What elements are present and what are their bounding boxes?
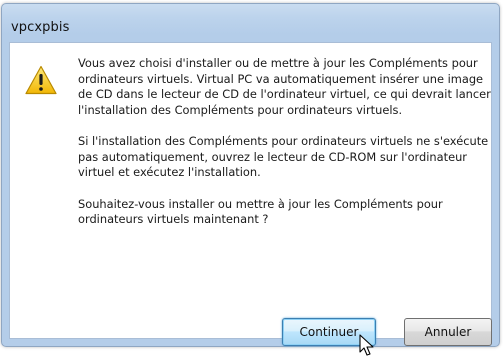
- title-bar[interactable]: vpcxpbis: [2, 4, 499, 42]
- cancel-button[interactable]: Annuler: [404, 318, 492, 346]
- message-text: Vous avez choisi d'installer ou de mettr…: [78, 56, 494, 244]
- window-title: vpcxpbis: [11, 20, 70, 35]
- continue-button[interactable]: Continuer: [282, 318, 376, 346]
- message-paragraph-2: Si l'installation des Compléments pour o…: [78, 134, 489, 179]
- message-paragraph-1: Vous avez choisi d'installer ou de mettr…: [78, 56, 491, 117]
- warning-icon: [25, 65, 57, 95]
- dialog-content: Vous avez choisi d'installer ou de mettr…: [9, 42, 494, 356]
- dialog-window: vpcxpbis Vous avez choisi d'installer ou…: [1, 3, 500, 356]
- message-paragraph-3: Souhaitez-vous installer ou mettre à jou…: [78, 196, 443, 227]
